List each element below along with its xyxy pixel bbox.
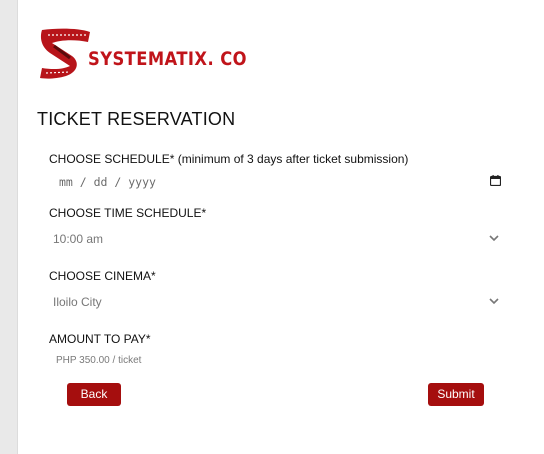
chevron-down-icon xyxy=(489,298,499,305)
amount-label: AMOUNT TO PAY* xyxy=(49,332,151,346)
amount-value: PHP 350.00 / ticket xyxy=(56,355,142,366)
time-schedule-value: 10:00 am xyxy=(53,232,104,246)
schedule-label: CHOOSE SCHEDULE* (minimum of 3 days afte… xyxy=(49,152,409,166)
reservation-card: SYSTEMATIX. CO TICKET RESERVATION CHOOSE… xyxy=(17,0,544,454)
film-strip-logo-icon xyxy=(40,28,90,79)
back-button[interactable]: Back xyxy=(67,383,121,406)
schedule-date-placeholder: mm / dd / yyyy xyxy=(59,175,156,189)
brand-name: SYSTEMATIX. CO xyxy=(88,48,247,70)
calendar-icon[interactable] xyxy=(490,175,501,186)
page-title: TICKET RESERVATION xyxy=(37,109,236,129)
time-schedule-select[interactable]: 10:00 am xyxy=(49,226,503,252)
brand-logo: SYSTEMATIX. CO xyxy=(38,26,247,82)
chevron-down-icon xyxy=(489,235,499,242)
time-schedule-label: CHOOSE TIME SCHEDULE* xyxy=(49,206,207,220)
schedule-date-input[interactable]: mm / dd / yyyy xyxy=(49,169,503,195)
cinema-label: CHOOSE CINEMA* xyxy=(49,269,156,283)
submit-button[interactable]: Submit xyxy=(428,383,484,406)
cinema-value: Iloilo City xyxy=(53,295,102,309)
cinema-select[interactable]: Iloilo City xyxy=(49,289,503,315)
